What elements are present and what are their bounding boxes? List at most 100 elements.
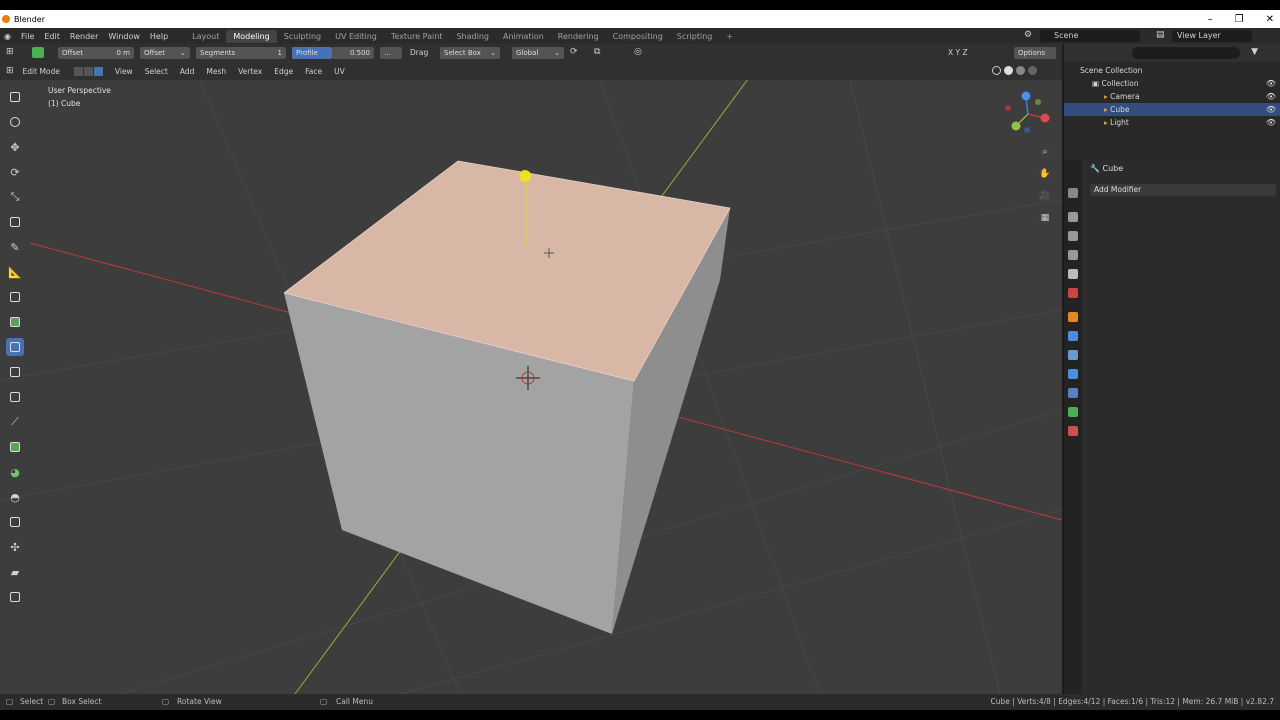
- modifier-tab-icon[interactable]: [1068, 331, 1078, 341]
- object-tab-icon[interactable]: [1068, 312, 1078, 322]
- tool-add-cube[interactable]: [6, 288, 24, 306]
- tab-rendering[interactable]: Rendering: [551, 30, 606, 43]
- add-modifier-dropdown[interactable]: Add Modifier: [1090, 184, 1276, 196]
- outliner-scene-collection[interactable]: Scene Collection: [1064, 64, 1280, 77]
- camera-view-icon[interactable]: 🎥: [1038, 189, 1052, 203]
- mirror-axis-toggle[interactable]: X Y Z: [948, 48, 968, 57]
- select-mode-edge-icon[interactable]: [83, 66, 93, 76]
- tab-scripting[interactable]: Scripting: [670, 30, 720, 43]
- mode-dropdown[interactable]: Edit Mode: [17, 67, 66, 76]
- tab-modeling[interactable]: Modeling: [226, 29, 277, 43]
- tool-tab-icon[interactable]: [1068, 188, 1078, 198]
- physics-tab-icon[interactable]: [1068, 369, 1078, 379]
- offset-type-dropdown[interactable]: Offset ⌄: [140, 47, 190, 59]
- select-box-dropdown[interactable]: Select Box ⌄: [440, 47, 500, 59]
- data-tab-icon[interactable]: [1068, 407, 1078, 417]
- eye-icon[interactable]: 👁: [1266, 90, 1276, 103]
- eye-icon[interactable]: 👁: [1266, 116, 1276, 129]
- menu-render[interactable]: Render: [65, 32, 103, 41]
- menu-vertex[interactable]: Vertex: [232, 67, 268, 76]
- pan-hand-icon[interactable]: ✋: [1038, 167, 1052, 181]
- outliner-item-cube[interactable]: ▸ Cube 👁: [1064, 103, 1280, 116]
- outliner-item-light[interactable]: ▸ Light 👁: [1064, 116, 1280, 129]
- tool-bevel[interactable]: [6, 338, 24, 356]
- outliner-item-camera[interactable]: ▸ Camera 👁: [1064, 90, 1280, 103]
- bevel-width-field[interactable]: Offset 0 m: [58, 47, 134, 59]
- menu-help[interactable]: Help: [145, 32, 173, 41]
- tool-select-box[interactable]: [6, 88, 24, 106]
- tool-move[interactable]: ✥: [6, 138, 24, 156]
- tab-compositing[interactable]: Compositing: [606, 30, 670, 43]
- active-tool-icon[interactable]: [32, 47, 44, 58]
- tool-annotate[interactable]: ✎: [6, 238, 24, 256]
- tool-smooth[interactable]: ◓: [6, 488, 24, 506]
- close-button[interactable]: ✕: [1266, 14, 1274, 25]
- filter-icon[interactable]: ▼: [1251, 47, 1258, 57]
- segments-field[interactable]: Segments 1: [196, 47, 286, 59]
- tool-transform[interactable]: [6, 213, 24, 231]
- transform-orientation-dropdown[interactable]: Global ⌄: [512, 47, 564, 59]
- zoom-icon[interactable]: ⌕: [1038, 145, 1052, 159]
- add-workspace-button[interactable]: +: [719, 30, 740, 43]
- tool-shrink-fatten[interactable]: ✣: [6, 538, 24, 556]
- profile-value-field[interactable]: 0.500: [332, 47, 374, 59]
- scene-tab-icon[interactable]: [1068, 269, 1078, 279]
- select-mode-face-icon[interactable]: [93, 66, 103, 76]
- view-layer-selector[interactable]: View Layer: [1172, 30, 1252, 42]
- tool-rip[interactable]: [6, 588, 24, 606]
- tool-measure[interactable]: 📐: [6, 263, 24, 281]
- tool-edge-slide[interactable]: [6, 513, 24, 531]
- output-tab-icon[interactable]: [1068, 231, 1078, 241]
- menu-face[interactable]: Face: [299, 67, 328, 76]
- scene-selector[interactable]: Scene: [1040, 30, 1140, 42]
- tool-poly-build[interactable]: [6, 438, 24, 456]
- tab-shading[interactable]: Shading: [449, 30, 496, 43]
- minimize-button[interactable]: –: [1208, 14, 1213, 25]
- editor-type-icon-2[interactable]: ⊞: [0, 66, 17, 76]
- tool-extrude[interactable]: [6, 313, 24, 331]
- tab-animation[interactable]: Animation: [496, 30, 551, 43]
- view-layer-tab-icon[interactable]: [1068, 250, 1078, 260]
- viewport-shading-icons[interactable]: [992, 66, 1037, 75]
- menu-window[interactable]: Window: [103, 32, 145, 41]
- tool-rotate[interactable]: ⟳: [6, 163, 24, 181]
- eye-icon[interactable]: 👁: [1266, 103, 1276, 116]
- proportional-edit-icon[interactable]: ◎: [634, 47, 642, 57]
- menu-uv[interactable]: UV: [328, 67, 351, 76]
- menu-view[interactable]: View: [109, 67, 139, 76]
- tool-scale[interactable]: ⤡: [6, 188, 24, 206]
- render-tab-icon[interactable]: [1068, 212, 1078, 222]
- tab-uv-editing[interactable]: UV Editing: [328, 30, 384, 43]
- tab-texture-paint[interactable]: Texture Paint: [384, 30, 450, 43]
- tab-layout[interactable]: Layout: [185, 30, 226, 43]
- tab-sculpting[interactable]: Sculpting: [277, 30, 328, 43]
- more-options-dropdown[interactable]: …: [380, 47, 402, 59]
- pivot-icon[interactable]: ⟳: [570, 47, 578, 57]
- world-tab-icon[interactable]: [1068, 288, 1078, 298]
- editor-type-icon[interactable]: ⊞: [6, 47, 14, 57]
- tool-spin[interactable]: ◕: [6, 463, 24, 481]
- tool-inset[interactable]: [6, 363, 24, 381]
- 3d-viewport[interactable]: User Perspective (1) Cube: [0, 80, 1062, 694]
- tool-cursor[interactable]: [6, 113, 24, 131]
- menu-edge[interactable]: Edge: [268, 67, 299, 76]
- tool-shear[interactable]: ▰: [6, 563, 24, 581]
- blender-menu-icon[interactable]: ◉: [0, 32, 16, 41]
- menu-mesh[interactable]: Mesh: [200, 67, 232, 76]
- outliner-collection[interactable]: ▣ Collection 👁: [1064, 77, 1280, 90]
- menu-edit[interactable]: Edit: [39, 32, 65, 41]
- viewport-scene[interactable]: [0, 80, 1062, 694]
- options-dropdown[interactable]: Options: [1014, 47, 1056, 59]
- ortho-grid-icon[interactable]: ▦: [1038, 211, 1052, 225]
- tool-loop-cut[interactable]: [6, 388, 24, 406]
- menu-select[interactable]: Select: [139, 67, 174, 76]
- menu-file[interactable]: File: [16, 32, 39, 41]
- constraints-tab-icon[interactable]: [1068, 388, 1078, 398]
- profile-field[interactable]: Profile: [292, 47, 332, 59]
- select-mode-vertex-icon[interactable]: [73, 66, 83, 76]
- snap-icon[interactable]: ⧉: [594, 47, 600, 57]
- tool-knife[interactable]: ⟋: [6, 413, 24, 431]
- menu-add[interactable]: Add: [174, 67, 201, 76]
- material-tab-icon[interactable]: [1068, 426, 1078, 436]
- eye-icon[interactable]: 👁: [1266, 77, 1276, 90]
